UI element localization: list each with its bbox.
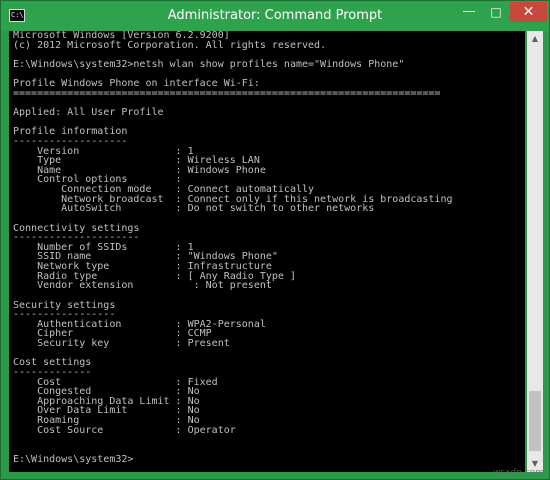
console-line: (c) 2012 Microsoft Corporation. All righ… xyxy=(13,39,327,51)
console-line: E:\Windows\system32> xyxy=(13,453,134,465)
watermark: wsxdn.com xyxy=(493,468,544,478)
close-button[interactable]: ✕ xyxy=(510,2,547,22)
vertical-scrollbar[interactable]: ▲ ▼ xyxy=(527,31,543,472)
console-line: E:\Windows\system32>netsh wlan show prof… xyxy=(13,58,405,70)
console-text: Microsoft Windows [Version 6.2.9200] (c) … xyxy=(9,31,525,464)
console-output[interactable]: Microsoft Windows [Version 6.2.9200] (c) … xyxy=(9,31,525,472)
console-line: ========================================… xyxy=(13,87,441,99)
minimize-button[interactable]: — xyxy=(456,2,482,22)
console-line: AutoSwitch : Do not switch to other netw… xyxy=(13,203,375,215)
scroll-thumb[interactable] xyxy=(529,391,541,451)
maximize-button[interactable]: □ xyxy=(483,2,509,22)
title-bar[interactable]: C:\ Administrator: Command Prompt — □ ✕ xyxy=(1,1,549,31)
scroll-up-arrow-icon[interactable]: ▲ xyxy=(527,31,543,47)
console-line: Vendor extension : Not present xyxy=(13,280,272,292)
console-line: Applied: All User Profile xyxy=(13,107,164,118)
command-prompt-window: C:\ Administrator: Command Prompt — □ ✕ … xyxy=(0,0,550,480)
console-line: Cost Source : Operator xyxy=(13,424,236,436)
console-line: Security key : Present xyxy=(13,338,230,349)
